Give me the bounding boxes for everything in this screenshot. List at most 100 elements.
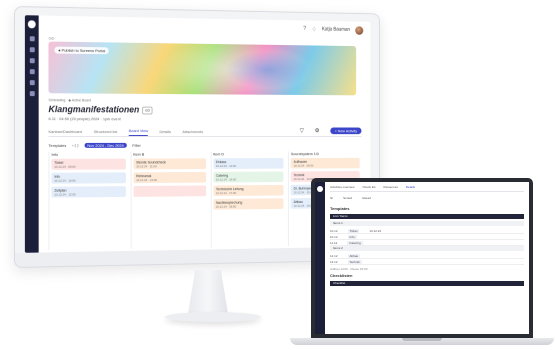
activity-card[interactable] <box>133 185 206 197</box>
activity-card[interactable]: Aufbauen 10.12.24 · 09:30 <box>290 157 360 169</box>
laptop-checklist-header: Checklist <box>330 281 524 286</box>
activity-card[interactable]: Info 10.12.24 · 10:00 <box>51 172 126 184</box>
activity-card[interactable]: Technische Leitung 10.12.24 · 17:00 <box>213 184 284 197</box>
activity-card[interactable]: Rehearsal 10.12.24 · 13:00 <box>133 171 206 184</box>
activity-card[interactable]: Catering 10.12.24 · 16:00 <box>213 171 284 183</box>
event-meta: 6.11 · 04:50 (20 people) 2024 · 1pm even… <box>48 116 121 122</box>
avatar[interactable] <box>355 25 364 35</box>
list-item-date: 11.12 <box>330 240 338 245</box>
publish-chip[interactable]: ● Publish to Screens Portal <box>54 46 110 55</box>
monitor-stand-neck <box>188 270 228 314</box>
filter-link[interactable]: Filter <box>132 143 140 148</box>
sidebar <box>24 15 39 253</box>
date-range-pill[interactable]: Nov 2024 - Dec 2024 <box>84 142 127 148</box>
column-header[interactable]: Soundsystem 1/3 <box>291 151 360 156</box>
laptop-filter-nr[interactable]: Nr <box>330 196 333 200</box>
activity-card[interactable]: Nachbesprechung 10.12.24 · 18:00 <box>213 198 284 210</box>
laptop-tabs: Activities overview Check list Resources… <box>330 185 524 192</box>
laptop-tab-resources[interactable]: Resources <box>384 185 398 189</box>
list-item-tag: Catering <box>347 240 363 245</box>
card-time: 10.12.24 · 18:00 <box>215 204 237 209</box>
column-header[interactable]: Item D <box>213 151 284 157</box>
card-time: 10.12.24 · 17:00 <box>215 191 237 196</box>
user-name[interactable]: Katja Bauman <box>322 27 350 33</box>
sidebar-item-files[interactable] <box>29 80 35 86</box>
settings-icon[interactable]: ⚙ <box>315 127 320 136</box>
laptop-group-header[interactable]: Items 1 <box>330 221 524 226</box>
filter-icon[interactable]: ▽ <box>300 127 304 136</box>
board-column: Item D Einlass 10.12.24 · 14:00 Catering 10.… <box>210 151 286 248</box>
list-item-tag: Info <box>347 234 357 239</box>
date-nav[interactable]: ‹ ⟨ ⟩ <box>72 143 78 148</box>
bell-icon[interactable]: ♢ <box>312 26 317 33</box>
card-time: 10.12.24 · 14:00 <box>215 164 237 168</box>
sidebar-item-people[interactable] <box>29 69 35 75</box>
list-item-date: 13.12 <box>330 259 338 264</box>
board-meta: Scheduling · ◆ Active Board <box>48 98 92 103</box>
monitor-stand-foot <box>165 312 261 322</box>
column-header[interactable]: Item B <box>133 152 205 157</box>
list-item-tag: Technik <box>347 259 362 264</box>
card-time: 10.12.24 · 12:00 <box>54 192 76 197</box>
tab-details[interactable]: Details <box>159 129 171 136</box>
activity-card[interactable]: Zeitplan 10.12.24 · 12:00 <box>51 186 126 198</box>
card-time <box>136 187 203 188</box>
laptop-filter-ahead[interactable]: Ahead <box>362 196 371 200</box>
list-item-date: 10.12 <box>330 228 338 233</box>
sidebar-item-calendar[interactable] <box>29 47 35 53</box>
laptop-content: Activities overview Check list Resources… <box>325 182 529 334</box>
laptop-filter-sorted[interactable]: Sorted <box>343 196 352 200</box>
help-icon[interactable]: ? <box>303 26 306 32</box>
list-item-value: 10.12.24 <box>369 228 382 233</box>
card-time: 10.12.24 · 09:00 <box>54 164 76 169</box>
laptop-app-logo[interactable] <box>317 186 323 192</box>
laptop-section-templates: Templates <box>330 206 350 211</box>
laptop-filters: Nr Sorted Ahead <box>330 196 524 200</box>
column-header[interactable]: Info <box>51 152 125 157</box>
tab-bar: Kanban/Dashboard Structured list Board V… <box>48 125 362 137</box>
app-logo[interactable] <box>27 20 36 29</box>
topbar: ? ♢ Katja Bauman <box>39 15 371 38</box>
list-item-date: 12.12 <box>330 253 338 258</box>
laptop-base <box>290 338 554 345</box>
laptop-screen: Activities overview Check list Resources… <box>315 182 529 334</box>
laptop-sidebar <box>315 182 325 334</box>
new-activity-button[interactable]: + New Activity <box>330 127 362 135</box>
list-item-tag: Ticket <box>347 228 360 233</box>
sidebar-item-boards[interactable] <box>29 58 35 64</box>
laptop-hint: Aufbau 14:00 · Pause 15:00 <box>330 267 368 271</box>
card-time: 10.12.24 · 13:00 <box>136 178 157 183</box>
laptop-lid: Activities overview Check list Resources… <box>311 178 533 338</box>
tab-attachments[interactable]: Attachments <box>182 129 203 136</box>
activity-card[interactable]: Einlass 10.12.24 · 14:00 <box>213 158 284 169</box>
laptop-tab-details[interactable]: Details <box>406 185 415 189</box>
activity-card[interactable]: Stunde Soundcheck 10.12.24 · 11:00 <box>133 158 206 170</box>
laptop-tab-activities[interactable]: Activities overview <box>330 185 355 189</box>
card-time: 10.12.24 · 09:30 <box>293 163 314 168</box>
board-toolbar: Templates ‹ ⟨ ⟩ Nov 2024 - Dec 2024 Filt… <box>48 141 361 150</box>
list-item-tag: Abbau <box>347 253 361 258</box>
laptop-list-header: List / Items <box>330 214 524 219</box>
laptop-notch <box>402 338 442 341</box>
activity-card[interactable]: Ticket 10.12.24 · 09:00 <box>51 158 126 170</box>
tab-board[interactable]: Board View <box>128 128 149 137</box>
card-time: 10.12.24 · 16:00 <box>215 177 237 182</box>
laptop-group-header-2[interactable]: Items 2 <box>330 246 524 251</box>
tab-list[interactable]: Structured list <box>94 129 118 136</box>
board-column: Info Ticket 10.12.24 · 09:00 Info 10.12.24 ·… <box>48 151 128 251</box>
card-time: 10.12.24 · 11:00 <box>136 164 157 169</box>
list-item-date: 10.12 <box>330 234 338 239</box>
title-badge: GD <box>142 106 153 115</box>
page-title: Klangmanifestationen GD <box>48 104 153 115</box>
sidebar-item-settings[interactable] <box>29 91 35 97</box>
laptop-tab-checklist[interactable]: Check list <box>363 185 376 189</box>
breadcrumb[interactable]: GD <box>48 36 54 41</box>
tab-kanban[interactable]: Kanban/Dashboard <box>48 129 82 136</box>
sidebar-item-home[interactable] <box>29 36 35 42</box>
board-column: Item B Stunde Soundcheck 10.12.24 · 11:00 R… <box>130 151 208 249</box>
page-title-text: Klangmanifestationen <box>48 104 140 115</box>
list-item[interactable]: 13.12 Technik <box>330 259 524 265</box>
card-time: 10.12.24 · 10:00 <box>54 178 76 183</box>
view-select[interactable]: Templates <box>48 143 66 148</box>
laptop-section-checklists: Checklisten <box>330 273 353 278</box>
